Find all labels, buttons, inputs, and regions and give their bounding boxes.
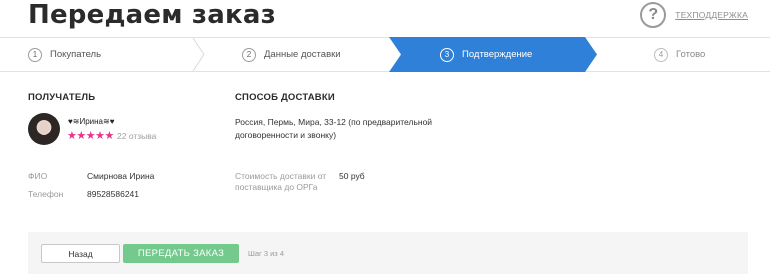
fio-value: Смирнова Ирина bbox=[87, 171, 155, 181]
reviews-count[interactable]: 22 отзыва bbox=[117, 131, 156, 141]
delivery-address: Россия, Пермь, Мира, 33-12 (по предварит… bbox=[235, 117, 433, 140]
step-label: Покупатель bbox=[50, 49, 102, 60]
fio-label: ФИО bbox=[28, 171, 48, 181]
step-info: Шаг 3 из 4 bbox=[248, 249, 285, 258]
question-mark-icon[interactable]: ? bbox=[640, 2, 667, 28]
support-block[interactable]: ? ТЕХПОДДЕРЖКА bbox=[640, 2, 748, 28]
delivery-heading: СПОСОБ ДОСТАВКИ bbox=[235, 92, 335, 103]
delivery-cost-value: 50 руб bbox=[339, 171, 365, 181]
submit-order-button[interactable]: ПЕРЕДАТЬ ЗАКАЗ bbox=[123, 244, 239, 263]
step-number: 2 bbox=[242, 47, 256, 62]
recipient-heading: ПОЛУЧАТЕЛЬ bbox=[28, 92, 96, 103]
step-label: Подтверждение bbox=[462, 49, 533, 60]
rating-stars: ★★★★★ bbox=[67, 129, 114, 142]
footer-bar: Назад ПЕРЕДАТЬ ЗАКАЗ Шаг 3 из 4 bbox=[28, 232, 748, 274]
step-done: 4 Готово bbox=[654, 38, 705, 71]
checkout-steps: 1 Покупатель 2 Данные доставки 3 Подтвер… bbox=[0, 37, 770, 72]
step-number: 1 bbox=[28, 47, 42, 62]
step-number: 3 bbox=[440, 47, 454, 62]
step-number: 4 bbox=[654, 47, 668, 62]
step-confirmation[interactable]: 3 Подтверждение bbox=[440, 38, 532, 71]
page-title: Передаем заказ bbox=[28, 0, 276, 30]
step-label: Готово bbox=[676, 49, 706, 60]
avatar[interactable] bbox=[28, 113, 60, 145]
back-button[interactable]: Назад bbox=[41, 244, 120, 263]
recipient-nickname[interactable]: ♥≋Ирина≋♥ bbox=[68, 117, 114, 126]
delivery-cost-label: Стоимость доставки от поставщика до ОРГа bbox=[235, 171, 327, 192]
step-delivery-data[interactable]: 2 Данные доставки bbox=[242, 38, 341, 71]
step-label: Данные доставки bbox=[264, 49, 341, 60]
phone-label: Телефон bbox=[28, 189, 64, 199]
phone-value: 89528586241 bbox=[87, 189, 140, 199]
support-link[interactable]: ТЕХПОДДЕРЖКА bbox=[675, 10, 748, 20]
step-buyer[interactable]: 1 Покупатель bbox=[28, 38, 101, 71]
step-separator bbox=[192, 38, 205, 71]
avatar-face bbox=[39, 122, 49, 135]
